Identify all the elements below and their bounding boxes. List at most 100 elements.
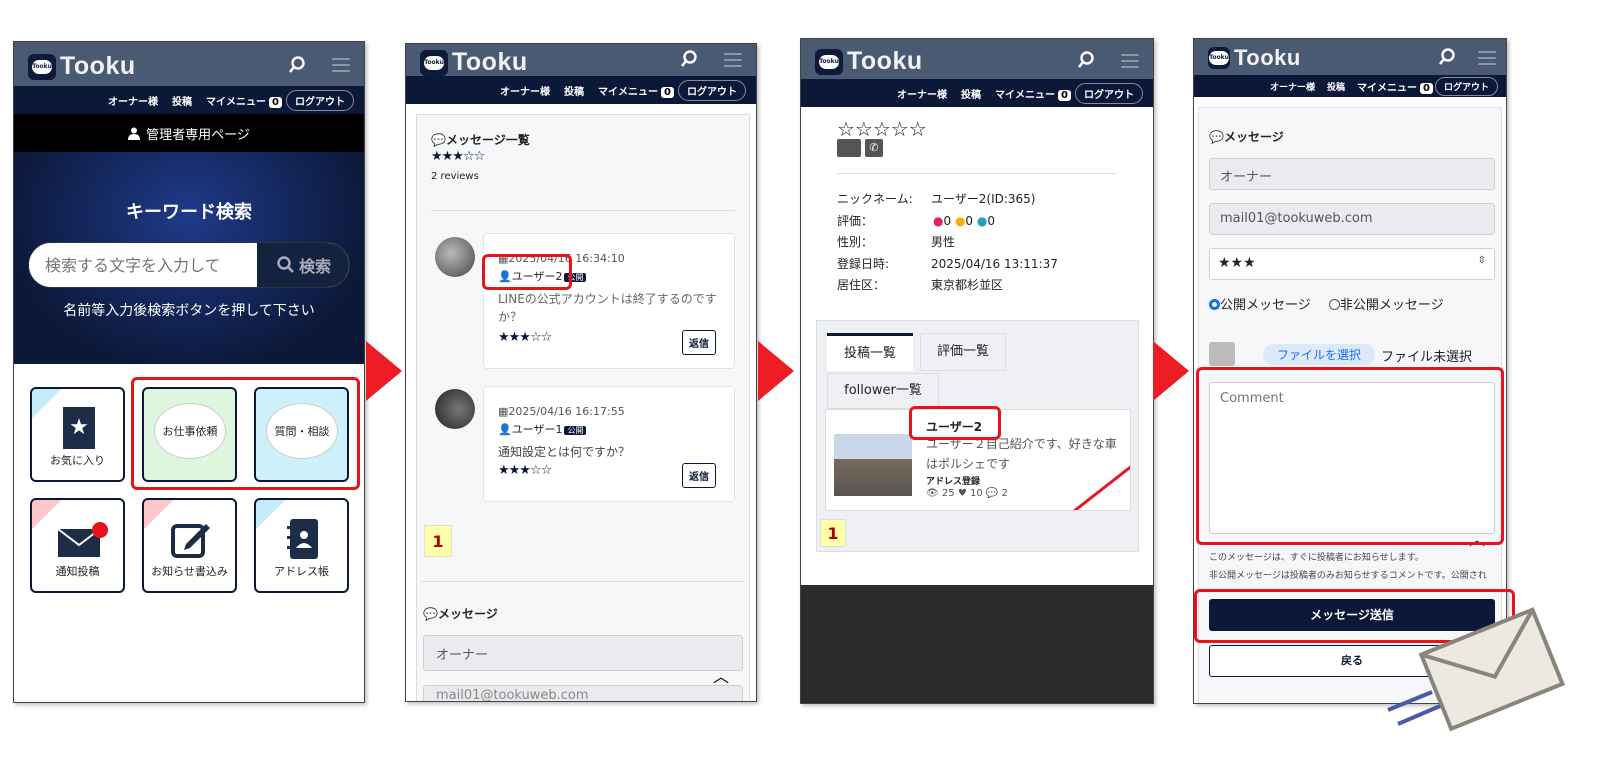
logout-button[interactable]: ログアウト: [1434, 76, 1498, 96]
tab-posts[interactable]: 投稿一覧: [827, 333, 913, 371]
logo[interactable]: Tooku Tooku: [1208, 45, 1301, 71]
logo-badge-icon: Tooku: [815, 48, 843, 75]
comments-icon: 💬: [1209, 130, 1224, 144]
admin-label: 管理者専用ページ: [146, 127, 250, 143]
logo-text: Tooku: [452, 48, 528, 76]
search-icon: [277, 256, 294, 273]
nav-mymenu[interactable]: マイメニュー 0: [206, 93, 282, 108]
tile-favorites[interactable]: ★ お気に入り: [30, 387, 125, 482]
nav-post[interactable]: 投稿: [564, 83, 584, 98]
divider: [837, 173, 1117, 174]
email-field[interactable]: mail01@tookuweb.com: [423, 685, 743, 701]
comments-icon: 💬: [431, 133, 446, 147]
tile-notify-post[interactable]: 通知投稿: [30, 498, 125, 593]
nav-mymenu[interactable]: マイメニュー 0: [1357, 79, 1433, 94]
menu-icon[interactable]: [332, 58, 350, 72]
rating-select[interactable]: ★★★ ⇳: [1209, 248, 1495, 280]
tab-ratings[interactable]: 評価一覧: [920, 333, 1006, 371]
nav-post[interactable]: 投稿: [961, 86, 981, 101]
pagination-page[interactable]: 1: [424, 525, 452, 557]
app-header: Tooku Tooku: [801, 39, 1153, 79]
search-button[interactable]: 検索: [257, 243, 349, 287]
search-icon[interactable]: [1077, 51, 1095, 69]
radio-private[interactable]: 非公開メッセージ: [1328, 298, 1444, 313]
id-card-icon: [837, 139, 861, 157]
search-icon[interactable]: [1438, 48, 1456, 66]
message-rating: ★★★☆☆: [498, 463, 552, 478]
logo-badge-icon: Tooku: [1208, 47, 1230, 69]
post-tag: アドレス登録: [926, 477, 981, 487]
file-select-button[interactable]: ファイルを選択: [1263, 344, 1376, 365]
count-badge: 0: [269, 96, 282, 108]
message-user[interactable]: 👤ユーザー1 公開: [498, 421, 587, 437]
camera-icon: [1209, 342, 1235, 366]
tab-followers[interactable]: follower一覧: [827, 373, 939, 409]
overall-rating: ★★★☆☆: [431, 149, 485, 164]
search-icon[interactable]: [680, 50, 698, 68]
file-status: ファイル未選択: [1381, 350, 1473, 365]
avatar[interactable]: [435, 237, 475, 277]
count-badge: 0: [1058, 89, 1071, 101]
logout-button[interactable]: ログアウト: [286, 89, 354, 111]
nav-owner[interactable]: オーナー様: [1270, 80, 1315, 93]
select-arrows-icon: ⇳: [1477, 255, 1486, 266]
tile-label: お知らせ書込み: [151, 565, 228, 578]
top-nav: オーナー様 投稿 マイメニュー 0 ログアウト: [406, 76, 756, 104]
section-title: 💬メッセージ一覧: [431, 133, 530, 147]
highlight-box: [909, 406, 1001, 440]
nav-mymenu[interactable]: マイメニュー 0: [598, 83, 674, 98]
envelope-decoration: [1380, 600, 1580, 740]
search-bar: 検索: [28, 242, 350, 288]
nav-mymenu[interactable]: マイメニュー 0: [995, 86, 1071, 101]
nav-owner[interactable]: オーナー様: [108, 93, 158, 108]
profile-row: ニックネーム: ユーザー2(ID:365): [837, 192, 1036, 206]
envelope-icon: [1387, 607, 1566, 732]
owner-field[interactable]: オーナー: [1209, 158, 1495, 190]
star-icon: ★: [63, 407, 95, 449]
comments-icon: 💬: [423, 607, 438, 621]
message-text: 通知設定とは何ですか？: [498, 445, 631, 459]
logout-button[interactable]: ログアウト: [1075, 82, 1143, 104]
logout-button[interactable]: ログアウト: [678, 79, 746, 101]
search-input[interactable]: [29, 243, 257, 287]
nav-post[interactable]: 投稿: [1327, 80, 1345, 93]
admin-bar[interactable]: 管理者専用ページ: [14, 114, 364, 152]
rating-faces: ●0 ●0 ●0: [933, 213, 995, 228]
user-icon: [128, 127, 141, 140]
nav-owner[interactable]: オーナー様: [897, 86, 947, 101]
highlight-box: [131, 377, 360, 490]
radio-public[interactable]: 公開メッセージ: [1209, 298, 1311, 313]
footer: [801, 585, 1153, 703]
menu-icon[interactable]: [1121, 54, 1139, 68]
phone-icon: ✆: [865, 139, 883, 157]
email-field[interactable]: mail01@tookuweb.com: [1209, 203, 1495, 235]
reply-button[interactable]: 返信: [682, 463, 716, 488]
tile-notice-write[interactable]: お知らせ書込み: [142, 498, 237, 593]
top-nav: オーナー様 投稿 マイメニュー 0 ログアウト: [1194, 75, 1506, 97]
menu-icon[interactable]: [724, 53, 742, 67]
flow-arrow-icon: [1153, 341, 1189, 401]
avatar[interactable]: [435, 389, 475, 429]
flow-arrow-icon: [366, 341, 402, 401]
comment-icon: 💬: [985, 488, 999, 499]
address-book-icon: [287, 519, 318, 559]
nav-post[interactable]: 投稿: [172, 93, 192, 108]
tile-address-book[interactable]: アドレス帳: [254, 498, 349, 593]
owner-field[interactable]: オーナー: [423, 635, 743, 671]
chevron-up-icon[interactable]: ︿: [713, 663, 729, 687]
logo[interactable]: Tooku Tooku: [28, 52, 136, 81]
note-text: 非公開メッセージは投稿者のみお知らせするコメントです。公開され: [1209, 571, 1487, 581]
app-header: Tooku Tooku: [14, 42, 364, 86]
profile-table: ニックネーム: ユーザー2(ID:365) 評価： ●0 ●0 ●0 性別： 男性 登…: [837, 189, 1058, 297]
tile-label: アドレス帳: [274, 565, 329, 578]
logo[interactable]: Tooku Tooku: [420, 48, 528, 77]
menu-icon[interactable]: [1478, 51, 1496, 65]
note-text: このメッセージは、すぐに投稿者にお知らせします。: [1209, 553, 1424, 563]
nav-owner[interactable]: オーナー様: [500, 83, 550, 98]
pagination-page[interactable]: 1: [820, 519, 846, 547]
reviews-count: 2 reviews: [431, 171, 479, 182]
logo[interactable]: Tooku Tooku: [815, 47, 923, 76]
search-icon[interactable]: [288, 56, 306, 74]
reply-button[interactable]: 返信: [682, 330, 716, 355]
search-section: キーワード検索 検索 名前等入力後検索ボタンを押して下さい: [14, 152, 364, 364]
